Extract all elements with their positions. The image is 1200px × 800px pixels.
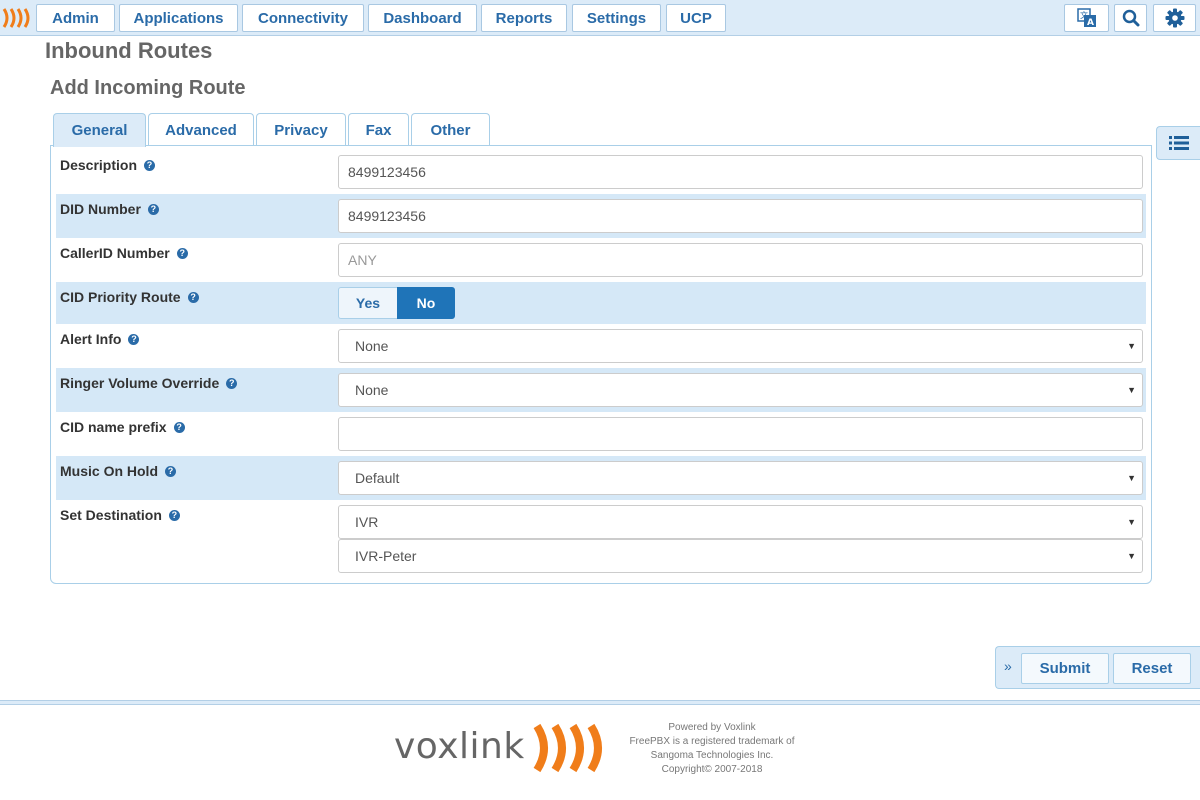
ringer-volume-select[interactable]: None ▼ (338, 373, 1143, 407)
reset-button[interactable]: Reset (1113, 653, 1191, 684)
callerid-number-input[interactable] (338, 243, 1143, 277)
top-navbar: Admin Applications Connectivity Dashboar… (0, 0, 1200, 36)
help-icon[interactable]: ? (168, 509, 180, 521)
cid-priority-row (56, 282, 1146, 324)
freepbx-logo-icon[interactable] (2, 7, 32, 29)
music-on-hold-value: Default (355, 470, 400, 486)
dropdown-caret-icon: ▼ (1127, 551, 1136, 561)
nav-settings[interactable]: Settings (572, 4, 661, 32)
set-destination-label-text: Set Destination (60, 507, 162, 523)
did-number-label: DID Number ? (60, 201, 159, 217)
help-icon[interactable]: ? (187, 291, 199, 303)
alert-info-label: Alert Info ? (60, 331, 140, 347)
list-icon (1168, 136, 1189, 150)
footer-company: Sangoma Technologies Inc. (650, 750, 774, 761)
tab-fax[interactable]: Fax (348, 113, 409, 146)
footer-credits: Powered by Voxlink FreePBX is a register… (612, 721, 812, 777)
action-bar: » Submit Reset (995, 646, 1200, 689)
nav-applications[interactable]: Applications (119, 4, 238, 32)
cid-priority-toggle: Yes No (338, 287, 455, 319)
alert-info-select[interactable]: None ▼ (338, 329, 1143, 363)
cid-name-prefix-label-text: CID name prefix (60, 419, 167, 435)
footer-powered-by: Powered by Voxlink (668, 722, 756, 733)
cid-priority-no-button[interactable]: No (397, 287, 455, 319)
submit-button[interactable]: Submit (1021, 653, 1109, 684)
page-title: Inbound Routes (45, 38, 213, 63)
help-icon[interactable]: ? (176, 247, 188, 259)
help-icon[interactable]: ? (128, 333, 140, 345)
did-number-label-text: DID Number (60, 201, 141, 217)
translate-icon: 文 A (1076, 8, 1096, 28)
route-list-button[interactable] (1156, 126, 1200, 160)
footer-trademark: FreePBX is a registered trademark of (629, 736, 795, 747)
dropdown-caret-icon: ▼ (1127, 473, 1136, 483)
destination-type-value: IVR (355, 514, 379, 530)
description-input[interactable] (338, 155, 1143, 189)
alert-info-label-text: Alert Info (60, 331, 122, 347)
cid-priority-yes-button[interactable]: Yes (338, 287, 397, 319)
help-icon[interactable]: ? (165, 465, 176, 477)
destination-target-value: IVR-Peter (355, 548, 417, 564)
voxlink-wordmark[interactable]: voxlink (394, 726, 525, 767)
did-number-input[interactable] (338, 199, 1143, 233)
search-button[interactable] (1114, 4, 1147, 32)
description-label-text: Description (60, 157, 138, 173)
help-icon[interactable]: ? (147, 203, 159, 215)
callerid-number-label-text: CallerID Number (60, 245, 170, 261)
settings-button[interactable] (1153, 4, 1196, 32)
tab-general[interactable]: General (53, 113, 146, 147)
footer-copyright: Copyright© 2007-2018 (661, 764, 763, 775)
nav-connectivity[interactable]: Connectivity (242, 4, 364, 32)
music-on-hold-label-text: Music On Hold (60, 463, 158, 479)
ringer-volume-label: Ringer Volume Override ? (60, 375, 238, 391)
callerid-number-label: CallerID Number ? (60, 245, 188, 261)
music-on-hold-label: Music On Hold ? (60, 463, 176, 479)
destination-type-select[interactable]: IVR ▼ (338, 505, 1143, 539)
set-destination-label: Set Destination ? (60, 507, 180, 523)
description-label: Description ? (60, 157, 156, 173)
svg-text:A: A (1087, 18, 1094, 28)
music-on-hold-select[interactable]: Default ▼ (338, 461, 1143, 495)
dropdown-caret-icon: ▼ (1127, 385, 1136, 395)
help-icon[interactable]: ? (226, 377, 238, 389)
destination-target-select[interactable]: IVR-Peter ▼ (338, 539, 1143, 573)
help-icon[interactable]: ? (144, 159, 156, 171)
help-icon[interactable]: ? (173, 421, 185, 433)
cid-name-prefix-label: CID name prefix ? (60, 419, 185, 435)
cid-priority-route-label: CID Priority Route ? (60, 289, 199, 305)
nav-ucp[interactable]: UCP (666, 4, 726, 32)
collapse-chevron-icon[interactable]: » (1004, 658, 1012, 674)
gear-icon (1165, 8, 1184, 28)
tab-privacy[interactable]: Privacy (256, 113, 346, 146)
footer-divider (0, 700, 1200, 705)
nav-reports[interactable]: Reports (481, 4, 567, 32)
language-button[interactable]: 文 A (1064, 4, 1109, 32)
ringer-volume-value: None (355, 382, 389, 398)
nav-admin[interactable]: Admin (36, 4, 115, 32)
tab-advanced[interactable]: Advanced (148, 113, 254, 146)
page-subtitle: Add Incoming Route (50, 77, 246, 99)
nav-dashboard[interactable]: Dashboard (368, 4, 477, 32)
tab-other[interactable]: Other (411, 113, 490, 146)
alert-info-value: None (355, 338, 389, 354)
cid-name-prefix-input[interactable] (338, 417, 1143, 451)
voxlink-logo-icon[interactable] (533, 722, 607, 774)
cid-priority-route-label-text: CID Priority Route (60, 289, 181, 305)
dropdown-caret-icon: ▼ (1127, 341, 1136, 351)
dropdown-caret-icon: ▼ (1127, 517, 1136, 527)
search-icon (1122, 9, 1139, 27)
ringer-volume-label-text: Ringer Volume Override (60, 375, 220, 391)
